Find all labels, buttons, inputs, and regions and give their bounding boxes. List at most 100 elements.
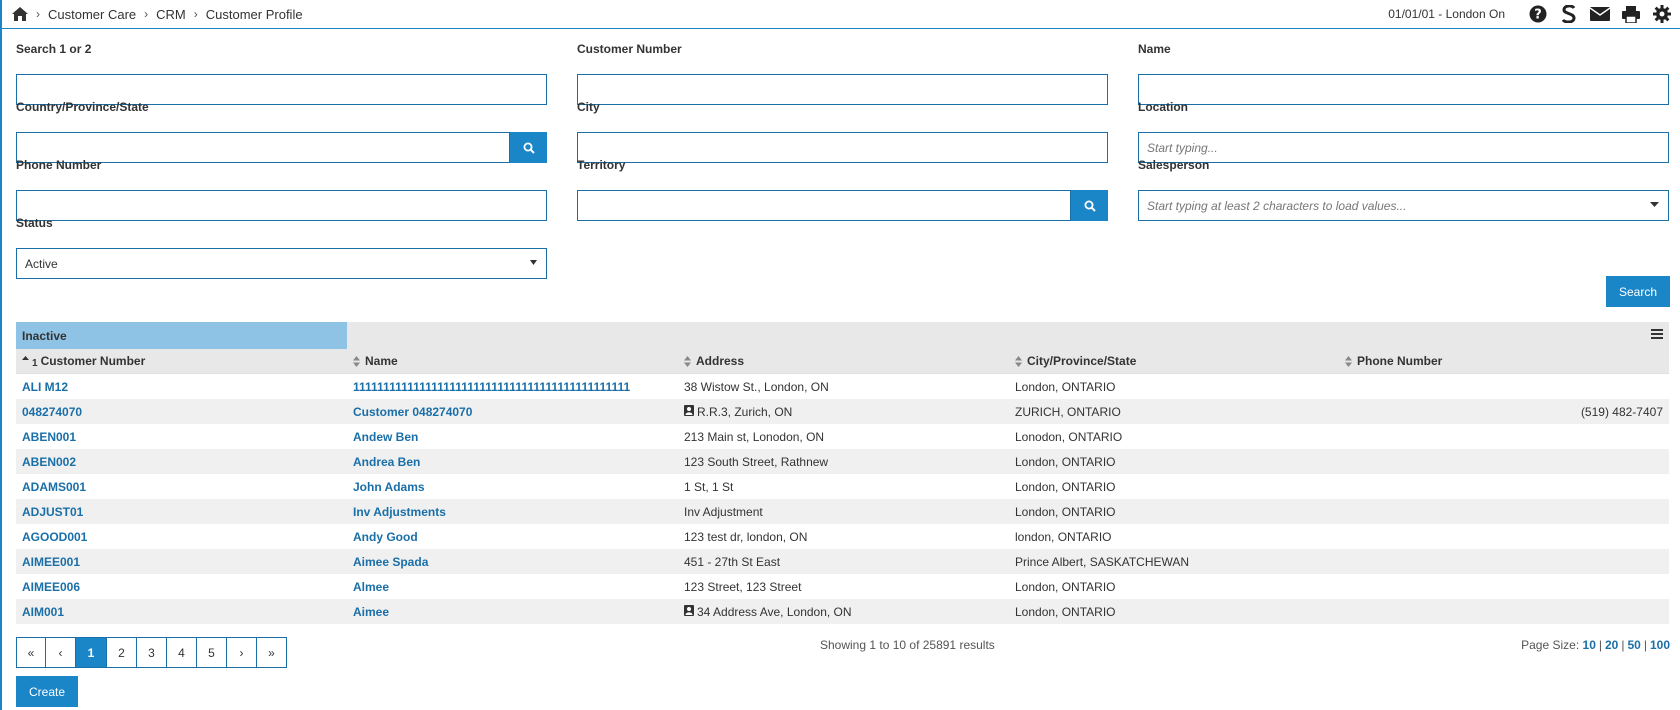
- gear-icon[interactable]: [1652, 5, 1672, 23]
- search-button[interactable]: Search: [1606, 276, 1670, 307]
- customer-name-link[interactable]: Aimee: [353, 605, 389, 619]
- phone-label: Phone Number: [16, 158, 102, 172]
- table-row: ABEN002 Andrea Ben 123 South Street, Rathn…: [16, 449, 1669, 474]
- page-1-button[interactable]: 1: [76, 637, 107, 668]
- city-cell: ZURICH, ONTARIO: [1015, 404, 1121, 419]
- page-size-10[interactable]: 10: [1583, 638, 1596, 652]
- territory-field: Territory: [577, 158, 1108, 221]
- breadcrumb-customer-care[interactable]: Customer Care: [48, 7, 136, 22]
- address-cell: 1 St, 1 St: [684, 479, 734, 494]
- page-size-separator: |: [1621, 638, 1625, 652]
- column-name[interactable]: Name: [347, 349, 678, 373]
- customer-number-link[interactable]: ABEN001: [22, 430, 76, 444]
- customer-name-link[interactable]: Andew Ben: [353, 430, 418, 444]
- search-form: Search 1 or 2 Customer Number Name Count…: [0, 29, 1680, 309]
- territory-lookup-button[interactable]: [1071, 190, 1108, 221]
- column-label: Address: [696, 354, 745, 368]
- customer-number-link[interactable]: AIMEE006: [22, 580, 80, 594]
- svg-text:?: ?: [1534, 8, 1542, 23]
- page-5-button[interactable]: 5: [197, 637, 227, 668]
- customer-number-label: Customer Number: [577, 42, 682, 56]
- customer-name-link[interactable]: John Adams: [353, 480, 425, 494]
- customer-number-link[interactable]: AIMEE001: [22, 555, 80, 569]
- home-icon[interactable]: [12, 7, 28, 21]
- status-select[interactable]: Active: [16, 248, 547, 279]
- s-logo-icon[interactable]: [1559, 5, 1579, 23]
- name-label: Name: [1138, 42, 1171, 56]
- address-cell: R.R.3, Zurich, ON: [697, 404, 793, 419]
- grid-group-header: Inactive: [16, 322, 1669, 349]
- page-size-20[interactable]: 20: [1605, 638, 1618, 652]
- customer-number-link[interactable]: ADAMS001: [22, 480, 86, 494]
- location-field: Location: [1138, 100, 1669, 163]
- table-row: AIM001 Aimee 34 Address Ave, London, ON Lon…: [16, 599, 1669, 624]
- next-page-button[interactable]: ›: [227, 637, 257, 668]
- location-label: Location: [1138, 100, 1188, 114]
- page-size-50[interactable]: 50: [1627, 638, 1640, 652]
- contact-card-icon: [684, 404, 694, 419]
- table-row: ADJUST01 Inv Adjustments Inv Adjustment Lon…: [16, 499, 1669, 524]
- name-field: Name: [1138, 42, 1669, 105]
- breadcrumb-separator: ›: [144, 7, 149, 21]
- city-cell: London, ONTARIO: [1015, 504, 1116, 519]
- prev-page-button[interactable]: ‹: [46, 637, 76, 668]
- column-label: Customer Number: [40, 354, 146, 368]
- inactive-group-drop[interactable]: Inactive: [16, 322, 347, 349]
- last-page-button[interactable]: »: [257, 637, 287, 668]
- customer-name-link[interactable]: Customer 048274070: [353, 405, 472, 419]
- column-phone[interactable]: Phone Number: [1339, 349, 1669, 373]
- address-cell: 213 Main st, Lonodon, ON: [684, 429, 825, 444]
- territory-input[interactable]: [577, 190, 1071, 221]
- column-city[interactable]: City/Province/State: [1009, 349, 1339, 373]
- column-label: Name: [365, 354, 398, 368]
- city-cell: Prince Albert, SASKATCHEWAN: [1015, 554, 1190, 569]
- breadcrumb-crm[interactable]: CRM: [156, 7, 186, 22]
- print-icon[interactable]: [1621, 5, 1641, 23]
- page-2-button[interactable]: 2: [107, 637, 137, 668]
- customer-name-link[interactable]: Inv Adjustments: [353, 505, 446, 519]
- page-4-button[interactable]: 4: [167, 637, 197, 668]
- city-field: City: [577, 100, 1108, 163]
- table-row: AGOOD001 Andy Good 123 test dr, london, ON…: [16, 524, 1669, 549]
- first-page-button[interactable]: «: [16, 637, 46, 668]
- mail-icon[interactable]: [1590, 5, 1610, 23]
- table-row: ALI M12 111111111111111111111111111111111…: [16, 374, 1669, 399]
- menu-icon[interactable]: [1651, 329, 1663, 339]
- table-row: AIMEE001 Aimee Spada 451 - 27th St East Pri…: [16, 549, 1669, 574]
- help-icon[interactable]: ?: [1528, 5, 1548, 23]
- customer-name-link[interactable]: Aimee Spada: [353, 555, 428, 569]
- customer-name-link[interactable]: Almee: [353, 580, 389, 594]
- country-label: Country/Province/State: [16, 100, 149, 114]
- status-value: Active: [25, 256, 58, 271]
- column-label: City/Province/State: [1027, 354, 1137, 368]
- customer-number-link[interactable]: 048274070: [22, 405, 82, 419]
- customer-name-link[interactable]: Andy Good: [353, 530, 418, 544]
- column-customer-number[interactable]: 1 Customer Number: [16, 349, 347, 373]
- country-field: Country/Province/State: [16, 100, 547, 163]
- customer-name-link[interactable]: Andrea Ben: [353, 455, 420, 469]
- salesperson-placeholder: Start typing at least 2 characters to lo…: [1147, 198, 1407, 213]
- customer-number-link[interactable]: ADJUST01: [22, 505, 83, 519]
- page-3-button[interactable]: 3: [137, 637, 167, 668]
- salesperson-select[interactable]: Start typing at least 2 characters to lo…: [1138, 190, 1669, 221]
- page-size-100[interactable]: 100: [1650, 638, 1670, 652]
- page-size-selector: Page Size: 10 | 20 | 50 | 100: [1521, 638, 1670, 652]
- column-label: Phone Number: [1357, 354, 1443, 368]
- top-bar: › Customer Care › CRM › Customer Profile…: [0, 0, 1680, 29]
- search-icon: [523, 142, 535, 154]
- customer-number-link[interactable]: ALI M12: [22, 380, 68, 394]
- session-info: 01/01/01 - London On: [1388, 7, 1505, 21]
- customer-name-link[interactable]: 1111111111111111111111111111111111111111…: [353, 380, 630, 394]
- customer-number-link[interactable]: ABEN002: [22, 455, 76, 469]
- address-cell: 123 test dr, london, ON: [684, 529, 808, 544]
- header-tools: 01/01/01 - London On ?: [1388, 5, 1672, 23]
- create-button[interactable]: Create: [16, 676, 78, 707]
- table-row: 048274070 Customer 048274070 R.R.3, Zurich…: [16, 399, 1669, 424]
- customer-number-link[interactable]: AIM001: [22, 605, 64, 619]
- table-row: ADAMS001 John Adams 1 St, 1 St London, ONTA…: [16, 474, 1669, 499]
- customer-number-link[interactable]: AGOOD001: [22, 530, 87, 544]
- sort-order-marker: 1: [32, 357, 38, 369]
- address-cell: 451 - 27th St East: [684, 554, 781, 569]
- column-address[interactable]: Address: [678, 349, 1009, 373]
- breadcrumb-separator: ›: [36, 7, 40, 21]
